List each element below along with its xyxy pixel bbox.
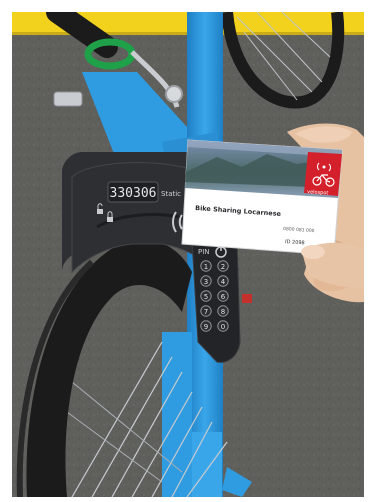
keypad-key-2[interactable]: 2 [217, 260, 229, 272]
keypad-key-3[interactable]: 3 [200, 275, 212, 287]
keypad-key-0[interactable]: 0 [217, 320, 229, 332]
svg-text:7: 7 [204, 308, 208, 316]
svg-text:2: 2 [221, 263, 225, 271]
lock-display-number: 330306 [110, 186, 157, 201]
station-label: Static [161, 190, 181, 198]
bike-lock-photo: 330306 Static PIN 1 2 3 4 5 6 7 8 9 0 ve… [12, 12, 364, 497]
keypad-key-6[interactable]: 6 [217, 290, 229, 302]
svg-text:9: 9 [204, 323, 208, 331]
fork-tube [162, 332, 192, 497]
svg-text:3: 3 [204, 278, 208, 286]
keypad-key-4[interactable]: 4 [217, 275, 229, 287]
svg-text:8: 8 [221, 308, 225, 316]
keypad-key-9[interactable]: 9 [200, 320, 212, 332]
pin-label: PIN [198, 248, 210, 256]
bike-sharing-card [181, 139, 343, 256]
photo-frame: 330306 Static PIN 1 2 3 4 5 6 7 8 9 0 ve… [12, 12, 364, 497]
keypad-panel: PIN [191, 239, 241, 363]
svg-text:5: 5 [204, 293, 208, 301]
red-clip [242, 294, 252, 303]
svg-text:4: 4 [221, 278, 226, 286]
svg-text:6: 6 [221, 293, 226, 301]
keypad-key-7[interactable]: 7 [200, 305, 212, 317]
svg-text:1: 1 [204, 263, 208, 271]
keypad-key-5[interactable]: 5 [200, 290, 212, 302]
keypad-key-1[interactable]: 1 [200, 260, 212, 272]
svg-text:0: 0 [221, 323, 225, 331]
keypad-key-8[interactable]: 8 [217, 305, 229, 317]
